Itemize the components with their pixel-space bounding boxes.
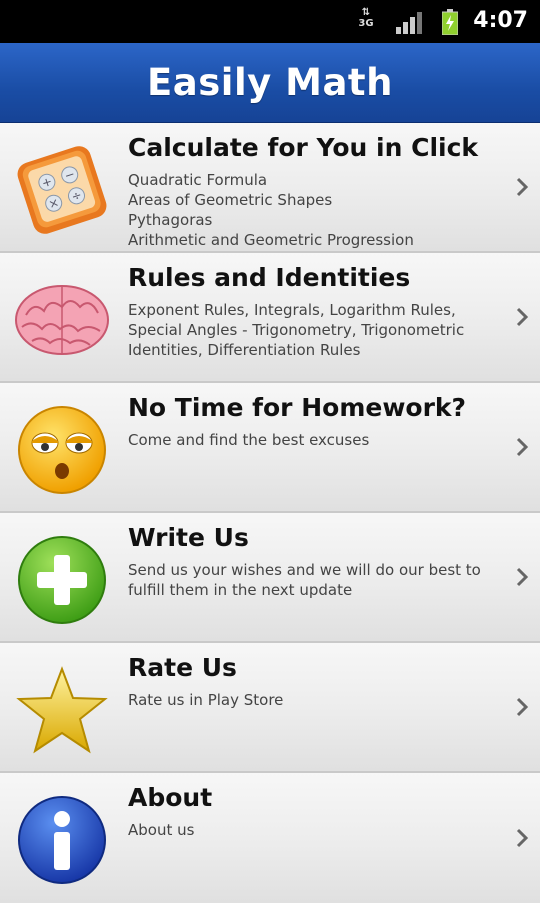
menu-item-calculate[interactable]: + − × ÷ Calculate for You in Click Quadr…	[0, 123, 540, 253]
menu-item-description: Exponent Rules, Integrals, Logarithm Rul…	[128, 301, 465, 359]
chevron-right-icon	[516, 828, 529, 848]
menu-item-title: Rate Us	[128, 653, 237, 682]
network-type: 3G	[358, 18, 374, 29]
signal-icon	[396, 12, 422, 34]
menu-item-title: Write Us	[128, 523, 249, 552]
menu-item-text: Rules and Identities Exponent Rules, Int…	[128, 263, 488, 360]
menu-item-rate-us[interactable]: Rate Us Rate us in Play Store	[0, 643, 540, 773]
menu-item-description: Come and find the best excuses	[128, 431, 370, 449]
chevron-right-icon	[516, 307, 529, 327]
status-bar: ⇅ 3G 4:07	[0, 0, 540, 43]
menu-item-title: About	[128, 783, 213, 812]
status-time: 4:07	[473, 8, 528, 33]
menu-item-description: Send us your wishes and we will do our b…	[128, 561, 481, 599]
calculator-icon: + − × ÷	[17, 146, 107, 234]
menu-item-description: Quadratic Formula Areas of Geometric Sha…	[128, 171, 414, 249]
menu-list: + − × ÷ Calculate for You in Click Quadr…	[0, 123, 540, 903]
chevron-right-icon	[516, 697, 529, 717]
plus-circle-icon	[18, 536, 106, 624]
app-title: Easily Math	[147, 61, 393, 104]
star-icon	[16, 666, 108, 754]
menu-item-about[interactable]: About About us	[0, 773, 540, 903]
chevron-right-icon	[516, 177, 529, 197]
menu-item-description: Rate us in Play Store	[128, 691, 284, 709]
chevron-right-icon	[516, 437, 529, 457]
menu-item-text: About About us	[128, 783, 488, 840]
sleepy-face-icon	[18, 406, 106, 494]
menu-item-text: Write Us Send us your wishes and we will…	[128, 523, 488, 600]
menu-item-description: About us	[128, 821, 195, 839]
data-transfer-icon: ⇅ 3G	[358, 7, 374, 29]
info-icon	[18, 796, 106, 884]
brain-icon	[15, 285, 109, 355]
menu-item-rules[interactable]: Rules and Identities Exponent Rules, Int…	[0, 253, 540, 383]
menu-item-write-us[interactable]: Write Us Send us your wishes and we will…	[0, 513, 540, 643]
menu-item-title: Rules and Identities	[128, 263, 411, 292]
battery-icon	[442, 9, 458, 35]
menu-item-title: Calculate for You in Click	[128, 133, 479, 162]
chevron-right-icon	[516, 567, 529, 587]
app-bar: Easily Math	[0, 43, 540, 124]
menu-item-text: Calculate for You in Click Quadratic For…	[128, 133, 488, 250]
menu-item-text: Rate Us Rate us in Play Store	[128, 653, 488, 710]
menu-item-title: No Time for Homework?	[128, 393, 467, 422]
menu-item-text: No Time for Homework? Come and find the …	[128, 393, 488, 450]
menu-item-homework[interactable]: No Time for Homework? Come and find the …	[0, 383, 540, 513]
